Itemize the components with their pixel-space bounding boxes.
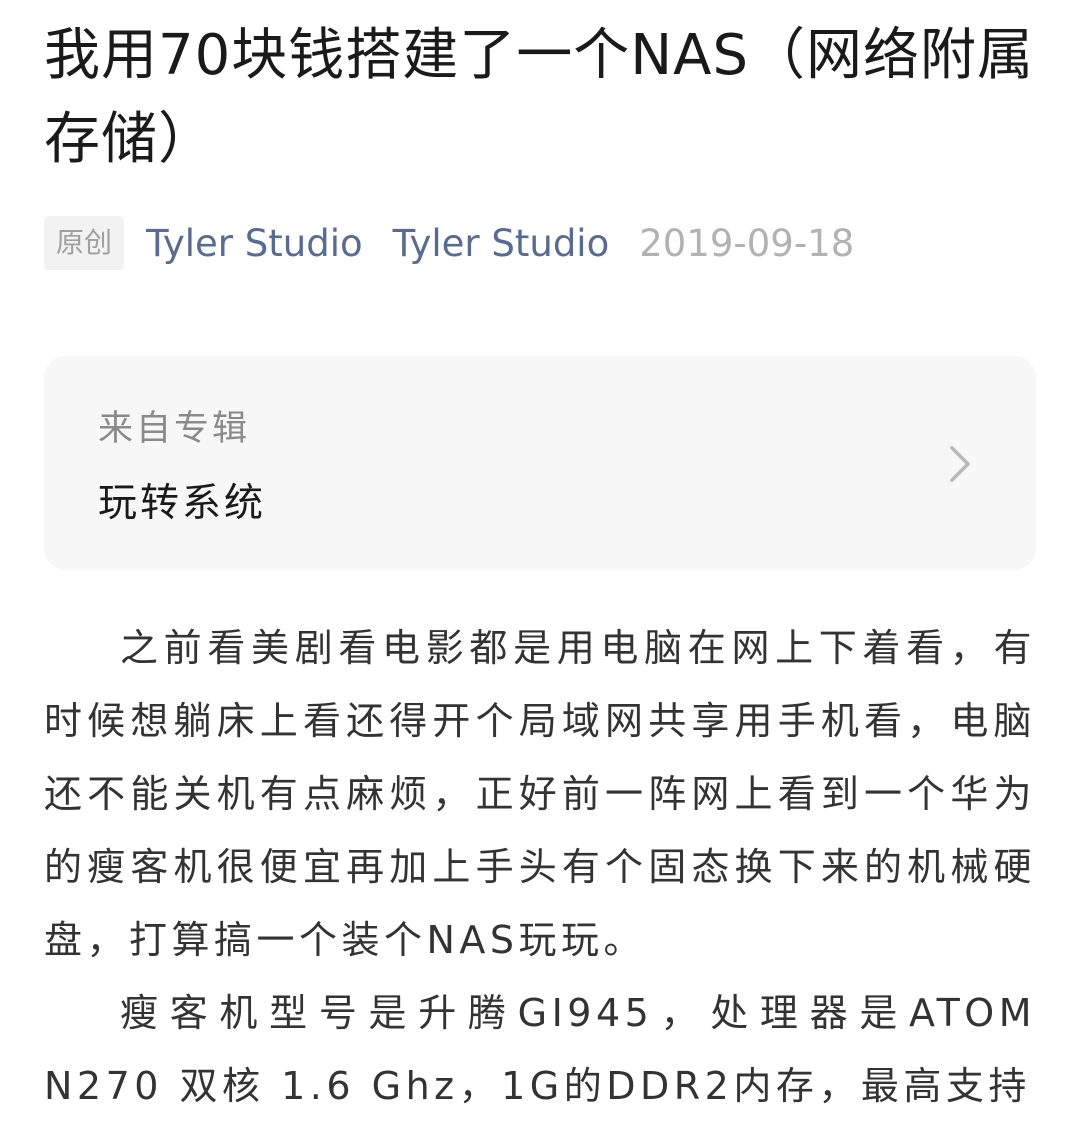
article-meta: 原创 Tyler Studio Tyler Studio 2019-09-18 bbox=[44, 216, 854, 270]
chevron-right-icon bbox=[950, 446, 970, 482]
article-body: 之前看美剧看电影都是用电脑在网上下着看，有时候想躺床上看还得开个局域网共享用手机… bbox=[44, 612, 1036, 1123]
article-paragraph: 之前看美剧看电影都是用电脑在网上下着看，有时候想躺床上看还得开个局域网共享用手机… bbox=[44, 626, 1036, 962]
album-card[interactable]: 来自专辑 玩转系统 bbox=[44, 356, 1036, 570]
album-name: 玩转系统 bbox=[98, 481, 267, 526]
article-paragraph: 瘦客机型号是升腾GI945，处理器是ATOM N270 双核 1.6 Ghz，1… bbox=[44, 991, 1036, 1108]
publish-date: 2019-09-18 bbox=[639, 221, 855, 265]
author-link[interactable]: Tyler Studio bbox=[146, 222, 363, 265]
original-badge: 原创 bbox=[44, 216, 125, 270]
article-page: 我用70块钱搭建了一个NAS（网络附属存储） 原创 Tyler Studio T… bbox=[44, 0, 1036, 1108]
article-title: 我用70块钱搭建了一个NAS（网络附属存储） bbox=[44, 23, 1035, 172]
account-name-link[interactable]: Tyler Studio bbox=[393, 222, 610, 265]
album-from-label: 来自专辑 bbox=[98, 409, 251, 449]
